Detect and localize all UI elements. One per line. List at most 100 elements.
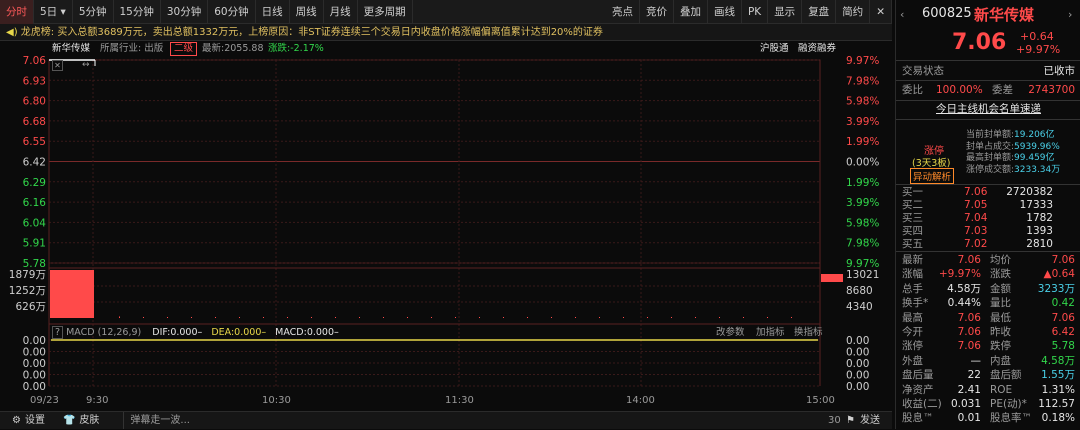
intraday-chart[interactable]: 7.06 6.93 6.80 6.68 6.55 6.42 6.29 6.16 6.04 5.91… [0,55,892,393]
stat-row: 盘后量 22 盘后额 1.55万 [896,368,1080,383]
status-label: 交易状态 [902,65,944,77]
volume-bar [719,317,720,318]
settings-button[interactable]: 设置 [25,412,45,429]
stock-title: 新华传媒 [974,6,1035,24]
stat-label: 涨停 [902,340,923,353]
tab-60min[interactable]: 60分钟 [208,0,256,24]
volume-bar [359,317,360,318]
diff-label: 委差 [992,84,1013,96]
volume-bar [551,317,552,318]
volume-bar [695,317,696,318]
macd-tick: 0.00 [23,335,46,347]
volume-tick: 1879万 [9,269,46,281]
prev-stock-icon[interactable]: ‹ [900,8,904,21]
volume-bar [191,317,192,318]
price-tick: 6.42 [23,157,46,169]
quote-panel: ‹ 600825 新华传媒 › 7.06 +0.64 +9.97% 交易状态 已… [895,0,1080,429]
macd-tick-right: 0.00 [846,347,869,359]
mainline-link[interactable]: 今日主线机会名单速递 [896,102,1080,117]
price-tick: 6.55 [23,136,46,148]
stat-value: — [970,354,982,367]
pct-tick: 3.99% [846,116,879,128]
stock-name: 新华传媒 [52,43,91,54]
stat-value: 5.78 [1051,340,1075,353]
macd-tick: 0.00 [23,370,46,382]
edit-params-button[interactable]: 改参数 [716,326,745,340]
resize-icon[interactable]: ↔ [82,60,90,70]
price-change: +0.64 [1020,30,1054,43]
tab-intraday[interactable]: 分时 [0,0,34,24]
price-tick: 6.80 [23,96,46,108]
stat-row: 换手* 0.44% 量比 0.42 [896,296,1080,311]
volume-tick-right: 4340 [846,301,873,313]
macd-tick: 0.00 [23,381,46,392]
tab-weekly[interactable]: 周线 [290,0,324,24]
draw-line-button[interactable]: 画线 [708,0,742,24]
bid-price: 7.05 [964,199,988,211]
overlay-button[interactable]: 叠加 [674,0,708,24]
macd-label[interactable]: MACD (12,26,9) [66,327,141,338]
bid-volume: 1782 [1026,212,1053,224]
send-button[interactable]: 发送 [860,412,880,430]
display-button[interactable]: 显示 [768,0,803,24]
close-icon[interactable]: ✕ [870,0,892,24]
level-tag[interactable]: 二级 [170,42,198,56]
time-axis: 09/23 9:30 10:30 11:30 14:00 15:00 [0,392,892,410]
tab-5min[interactable]: 5分钟 [73,0,114,24]
stat-row: 收益(二) 0.031 PE(动)* 112.57 [896,397,1080,412]
stat-label: 收益(二) [902,398,942,410]
switch-indicator-button[interactable]: 换指标 [794,326,823,340]
dragon-tiger-banner[interactable]: ◀) 龙虎榜: 买入总额3689万元，卖出总额1332万元，上榜原因：非ST证券… [0,24,892,41]
stat-value: 7.06 [957,326,981,338]
time-tick: 10:30 [262,395,291,406]
volume-bar [575,317,576,318]
seal-row: 涨停成交额:3233.34万 [966,165,1060,177]
volume-bar [767,317,768,318]
industry-label[interactable]: 所属行业: 出版 [100,42,163,56]
add-indicator-button[interactable]: 加指标 [756,326,785,340]
stat-label: 最高 [902,311,923,324]
send-icon[interactable]: ⚑ [846,412,855,430]
stat-label: 股息™ [902,412,934,425]
bottom-bar: ⚙ 设置 👕 皮肤 弹幕走一波... 30 ⚑ 发送 [0,411,892,429]
margin-link[interactable]: 融资融券 [798,42,836,56]
volume-bar [263,317,264,318]
stat-label: 外盘 [902,354,923,367]
simple-mode-button[interactable]: 简约 [836,0,871,24]
collapse-icon[interactable]: ✕ [52,60,63,71]
price-tick: 5.91 [23,238,46,250]
volume-bar-auction [50,270,94,318]
volume-tick-right: 8680 [846,285,873,297]
barrage-input[interactable]: 弹幕走一波... [123,412,823,429]
stat-label: PE(动)* [990,398,1027,410]
tab-30min[interactable]: 30分钟 [161,0,209,24]
stat-label: 净资产 [902,383,934,396]
next-stock-icon[interactable]: › [1068,8,1072,21]
bid-volume: 17333 [1019,199,1053,211]
hk-connect-link[interactable]: 沪股通 [760,42,789,56]
seal-value: 19.206亿 [1014,130,1055,140]
time-tick: 9:30 [86,395,109,406]
ratio-label: 委比 [902,84,923,96]
highlight-button[interactable]: 亮点 [606,0,640,24]
price-tick: 7.06 [23,56,47,67]
stat-label: 换手* [902,297,929,310]
tab-5day[interactable]: 5日 ▾ [34,0,73,24]
volume-bar [599,317,600,318]
auction-button[interactable]: 竞价 [640,0,674,24]
macd-axis-left: 0.000.000.000.000.00 [23,335,46,393]
stat-label: 总手 [902,282,923,295]
pk-button[interactable]: PK [742,0,769,24]
analysis-button[interactable]: 异动解析 [910,168,955,184]
tab-more-periods[interactable]: 更多周期 [358,0,413,24]
skin-button[interactable]: 皮肤 [79,412,99,429]
gear-icon[interactable]: ⚙ [12,412,21,429]
tab-daily[interactable]: 日线 [256,0,290,24]
tab-15min[interactable]: 15分钟 [114,0,161,24]
help-icon[interactable]: ? [52,326,64,339]
shirt-icon[interactable]: 👕 [63,412,75,429]
volume-bar [311,317,312,318]
volume-bar [215,317,216,318]
tab-monthly[interactable]: 月线 [324,0,358,24]
replay-button[interactable]: 复盘 [802,0,837,24]
